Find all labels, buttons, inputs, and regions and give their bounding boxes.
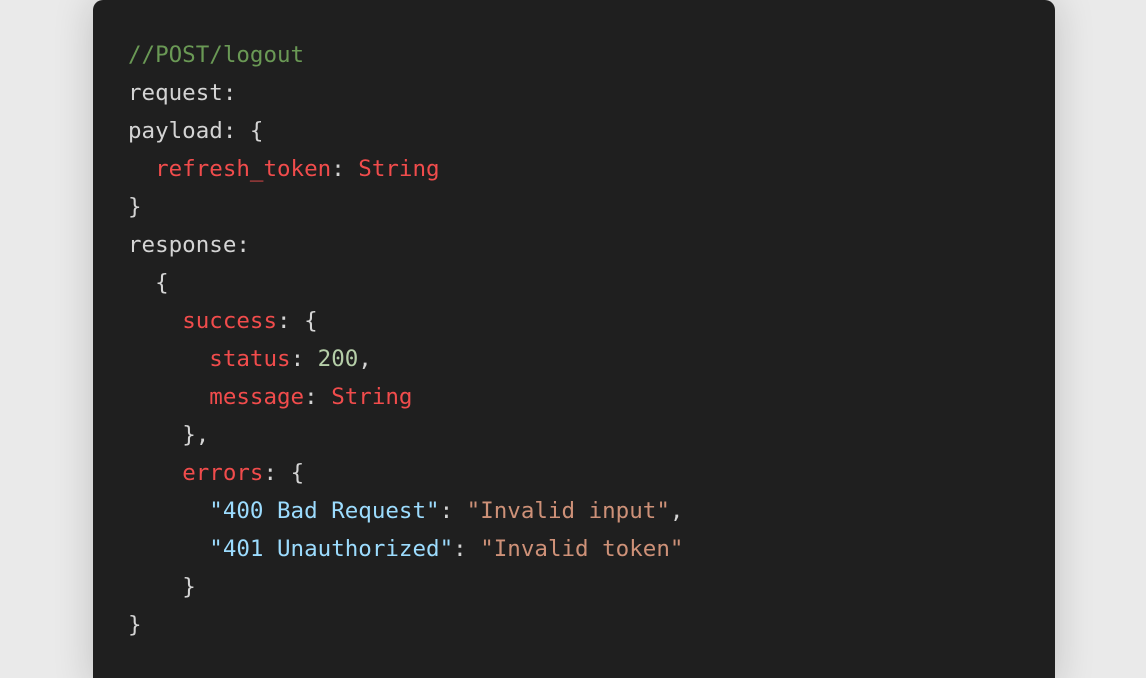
- payload-open-brace: {: [249, 118, 264, 144]
- error-401-key: "401 Unauthorized": [209, 536, 454, 562]
- message-key: message: [209, 384, 305, 410]
- comma: ,: [669, 498, 684, 524]
- error-400-value: "Invalid input": [466, 498, 670, 524]
- payload-close-brace: }: [128, 194, 142, 220]
- colon: :: [453, 536, 481, 562]
- refresh-token-type: String: [358, 156, 440, 182]
- errors-open-brace: {: [290, 460, 305, 486]
- code-line-response: response:: [128, 226, 1055, 264]
- code-line-payload: payload: {: [128, 112, 1055, 150]
- success-open-brace: {: [304, 308, 318, 334]
- code-line-error-401: "401 Unauthorized": "Invalid token": [128, 530, 1055, 568]
- response-open-brace: {: [155, 270, 169, 296]
- colon: :: [331, 156, 359, 182]
- status-value: 200: [317, 346, 359, 372]
- refresh-token-key: refresh_token: [155, 156, 332, 182]
- code-line-success-close: },: [128, 416, 1055, 454]
- errors-key: errors: [182, 460, 264, 486]
- message-type: String: [331, 384, 413, 410]
- code-line-response-close: }: [128, 606, 1055, 644]
- code-line-request: request:: [128, 74, 1055, 112]
- colon: :: [290, 346, 318, 372]
- code-card: //POST/logout request: payload: { refresh_…: [93, 0, 1055, 678]
- code-line-errors: errors: {: [128, 454, 1055, 492]
- code-line-error-400: "400 Bad Request": "Invalid input",: [128, 492, 1055, 530]
- code-line-success: success: {: [128, 302, 1055, 340]
- colon: :: [304, 384, 332, 410]
- code-line-message: message: String: [128, 378, 1055, 416]
- code-line-errors-close: }: [128, 568, 1055, 606]
- colon: :: [263, 460, 291, 486]
- colon: :: [277, 308, 305, 334]
- success-key: success: [182, 308, 278, 334]
- comma: ,: [358, 346, 372, 372]
- status-key: status: [209, 346, 291, 372]
- request-label: request:: [128, 80, 237, 106]
- code-line-refresh-token: refresh_token: String: [128, 150, 1055, 188]
- route-comment: //POST/logout: [128, 42, 305, 68]
- response-close-brace: }: [128, 612, 142, 638]
- colon: :: [439, 498, 467, 524]
- error-401-value: "Invalid token": [480, 536, 684, 562]
- payload-label: payload:: [128, 118, 237, 144]
- success-close-brace: },: [182, 422, 210, 448]
- code-line-payload-close: }: [128, 188, 1055, 226]
- response-label: response:: [128, 232, 250, 258]
- error-400-key: "400 Bad Request": [209, 498, 440, 524]
- code-block: //POST/logout request: payload: { refresh_…: [128, 36, 1055, 644]
- code-line-status: status: 200,: [128, 340, 1055, 378]
- errors-close-brace: }: [182, 574, 196, 600]
- code-line-comment: //POST/logout: [128, 36, 1055, 74]
- code-line-response-open: {: [128, 264, 1055, 302]
